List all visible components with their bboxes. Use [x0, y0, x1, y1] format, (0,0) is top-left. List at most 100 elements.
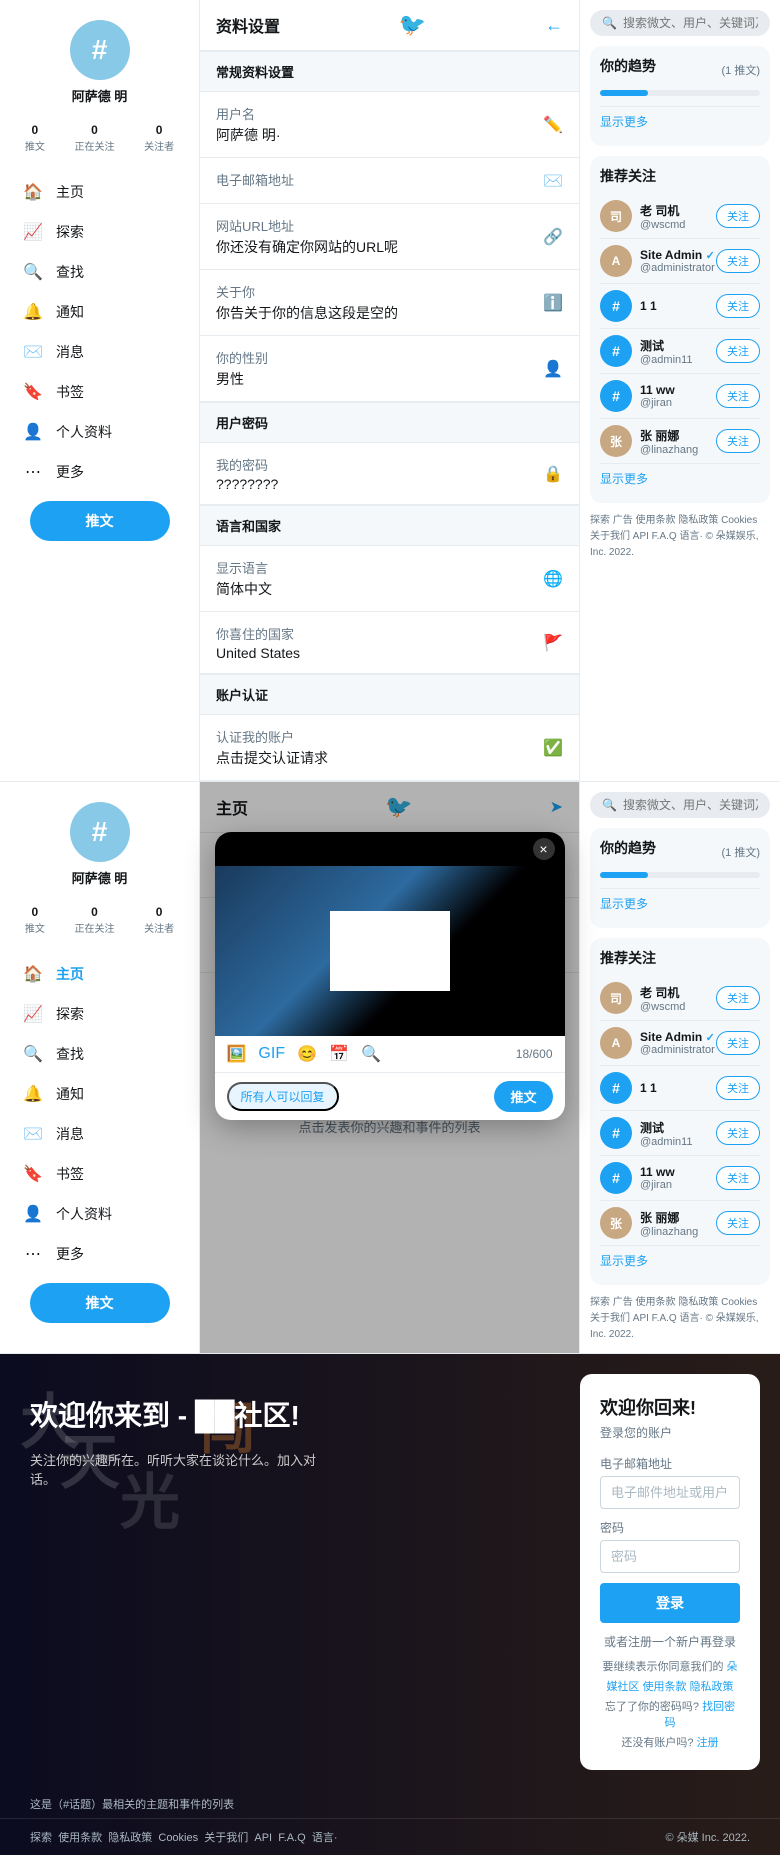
search-box-s2[interactable]: 🔍: [590, 792, 770, 818]
follow2-admin[interactable]: 关注: [716, 1031, 760, 1055]
recover-link[interactable]: 找回密码: [665, 1701, 736, 1729]
modal-tweet-button[interactable]: 推文: [494, 1081, 552, 1112]
follow-11[interactable]: 关注: [716, 294, 760, 318]
search-tool-icon[interactable]: 🔍: [361, 1044, 381, 1064]
bookmark-icon-s2: 🔖: [22, 1163, 44, 1185]
photo-tool-icon[interactable]: 🖼️: [227, 1044, 247, 1064]
website-field[interactable]: 网站URL地址 你还没有确定你网站的URL呢 🔗: [200, 204, 579, 270]
footer-links-s3: 探索 使用条款 隐私政策 Cookies 关于我们 API F.A.Q 语言·: [30, 1829, 338, 1845]
search-input-s1[interactable]: [623, 16, 758, 30]
follow2-test[interactable]: 关注: [716, 1121, 760, 1145]
sidebar-item-find-s2[interactable]: 🔍查找: [10, 1035, 189, 1073]
search-box-s1[interactable]: 🔍: [590, 10, 770, 36]
login-submit-button[interactable]: 登录: [600, 1583, 740, 1623]
follow2-11[interactable]: 关注: [716, 1076, 760, 1100]
gender-field[interactable]: 你的性别 男性 👤: [200, 336, 579, 402]
sidebar-item-explore-s2[interactable]: 📈探索: [10, 995, 189, 1033]
login-or-text: 或者注册一个新户再登录: [600, 1633, 740, 1650]
password-input[interactable]: [600, 1540, 740, 1573]
sidebar-item-notify[interactable]: 🔔通知: [10, 293, 189, 331]
footer-lang[interactable]: 语言·: [312, 1832, 338, 1844]
sidebar-item-find[interactable]: 🔍查找: [10, 253, 189, 291]
footer-cookies[interactable]: Cookies: [158, 1832, 198, 1844]
sidebar-item-more-s2[interactable]: ⋯更多: [10, 1235, 189, 1273]
recommend-show-more-s2[interactable]: 显示更多: [600, 1246, 760, 1275]
trends-widget-s1: 你的趋势 (1 推文) 显示更多: [590, 46, 770, 146]
trends-show-more-s1[interactable]: 显示更多: [600, 107, 760, 136]
rec2-avatar-laosiji: 司: [600, 982, 632, 1014]
sidebar-item-profile-s2[interactable]: 👤个人资料: [10, 1195, 189, 1233]
tweet-button-s1[interactable]: 推文: [30, 501, 170, 541]
footer-terms[interactable]: 使用条款: [58, 1832, 102, 1844]
search-icon-s1: 🔍: [602, 16, 617, 30]
follow-laosiji[interactable]: 关注: [716, 204, 760, 228]
follow-admin[interactable]: 关注: [716, 249, 760, 273]
register-link[interactable]: 注册: [697, 1737, 719, 1749]
gender-icon: 👤: [543, 359, 563, 379]
language-settings: 语言和国家 显示语言 简体中文 🌐 你喜住的国家 United States 🚩: [200, 505, 579, 674]
follow2-11ww[interactable]: 关注: [716, 1166, 760, 1190]
follow2-laosiji[interactable]: 关注: [716, 986, 760, 1010]
trends-show-more-s2[interactable]: 显示更多: [600, 889, 760, 918]
sidebar-item-bookmark[interactable]: 🔖书签: [10, 373, 189, 411]
modal-close-button[interactable]: ×: [533, 838, 555, 860]
edit-icon: ✏️: [543, 115, 563, 135]
sidebar-item-home-s2[interactable]: 🏠主页: [10, 955, 189, 993]
footer-faq[interactable]: F.A.Q: [278, 1832, 306, 1844]
gif-tool-icon[interactable]: GIF: [258, 1045, 285, 1063]
sidebar-item-bookmark-s2[interactable]: 🔖书签: [10, 1155, 189, 1193]
sidebar-item-explore[interactable]: 📈探索: [10, 213, 189, 251]
sidebar-item-profile[interactable]: 👤个人资料: [10, 413, 189, 451]
schedule-tool-icon[interactable]: 📅: [329, 1044, 349, 1064]
login-title: 欢迎你回来!: [600, 1394, 740, 1420]
tweet-button-s2[interactable]: 推文: [30, 1283, 170, 1323]
password-label: 密码: [600, 1519, 740, 1536]
privacy-link[interactable]: 隐私政策: [690, 1681, 734, 1693]
modal-audience-button[interactable]: 所有人可以回复: [227, 1082, 339, 1111]
modal-video-area: [215, 866, 565, 1036]
recommend-title-s1: 推荐关注: [600, 166, 760, 186]
usage-link[interactable]: 使用条款: [643, 1681, 687, 1693]
recommend-show-more-s1[interactable]: 显示更多: [600, 464, 760, 493]
modal-video-content: [215, 866, 565, 1036]
follow2-zhang[interactable]: 关注: [716, 1211, 760, 1235]
rec-item-zhang: 张 张 丽娜 @linazhang 关注: [600, 419, 760, 464]
more-icon-s2: ⋯: [22, 1243, 44, 1265]
sidebar-item-message-s2[interactable]: ✉️消息: [10, 1115, 189, 1153]
email-input[interactable]: [600, 1476, 740, 1509]
footer-privacy[interactable]: 隐私政策: [108, 1832, 152, 1844]
username-field[interactable]: 用户名 阿萨德 明· ✏️: [200, 92, 579, 158]
search-input-s2[interactable]: [623, 798, 758, 812]
language-section-title: 语言和国家: [200, 505, 579, 546]
login-links: 要继续表示你同意我们的 朵媒社区 使用条款 隐私政策: [600, 1658, 740, 1698]
sidebar-item-more[interactable]: ⋯更多: [10, 453, 189, 491]
follow-zhang[interactable]: 关注: [716, 429, 760, 453]
globe-icon: 🌐: [543, 569, 563, 589]
back-button-s1[interactable]: ←: [545, 15, 563, 36]
follow-test[interactable]: 关注: [716, 339, 760, 363]
about-field[interactable]: 关于你 你告关于你的信息这段是空的 ℹ️: [200, 270, 579, 336]
email-field[interactable]: 电子邮箱地址 ✉️: [200, 158, 579, 204]
follow-11ww[interactable]: 关注: [716, 384, 760, 408]
tweet-modal: × 🖼️ GIF 😊 📅 🔍 18/600 所有人可以回复: [215, 832, 565, 1120]
sidebar-item-home[interactable]: 🏠主页: [10, 173, 189, 211]
general-settings: 常规资料设置 用户名 阿萨德 明· ✏️ 电子邮箱地址 ✉️ 网站URL地址 你…: [200, 51, 579, 402]
home-section: # 阿萨德 明 0 推文 0 正在关注 0 关注者 🏠主页 📈探索 🔍查找 🔔通…: [0, 782, 780, 1354]
footer-about[interactable]: 关于我们: [204, 1832, 248, 1844]
password-field[interactable]: 我的密码 ???????? 🔒: [200, 443, 579, 505]
sidebar-item-notify-s2[interactable]: 🔔通知: [10, 1075, 189, 1113]
recommend-title-s2: 推荐关注: [600, 948, 760, 968]
footer-explore[interactable]: 探索: [30, 1832, 52, 1844]
emoji-tool-icon[interactable]: 😊: [297, 1044, 317, 1064]
stat-following: 0 正在关注: [74, 123, 114, 155]
rec2-avatar-11: #: [600, 1072, 632, 1104]
trends-title-s2: 你的趋势: [600, 838, 656, 858]
rec-item-test: # 测试 @admin11 关注: [600, 329, 760, 374]
profile-icon: 👤: [22, 421, 44, 443]
stat-followers-s2: 0 关注者: [144, 905, 174, 937]
verify-field[interactable]: 认证我的账户 点击提交认证请求 ✅: [200, 715, 579, 781]
footer-api[interactable]: API: [254, 1832, 272, 1844]
display-language-field[interactable]: 显示语言 简体中文 🌐: [200, 546, 579, 612]
country-field[interactable]: 你喜住的国家 United States 🚩: [200, 612, 579, 674]
sidebar-item-message[interactable]: ✉️消息: [10, 333, 189, 371]
